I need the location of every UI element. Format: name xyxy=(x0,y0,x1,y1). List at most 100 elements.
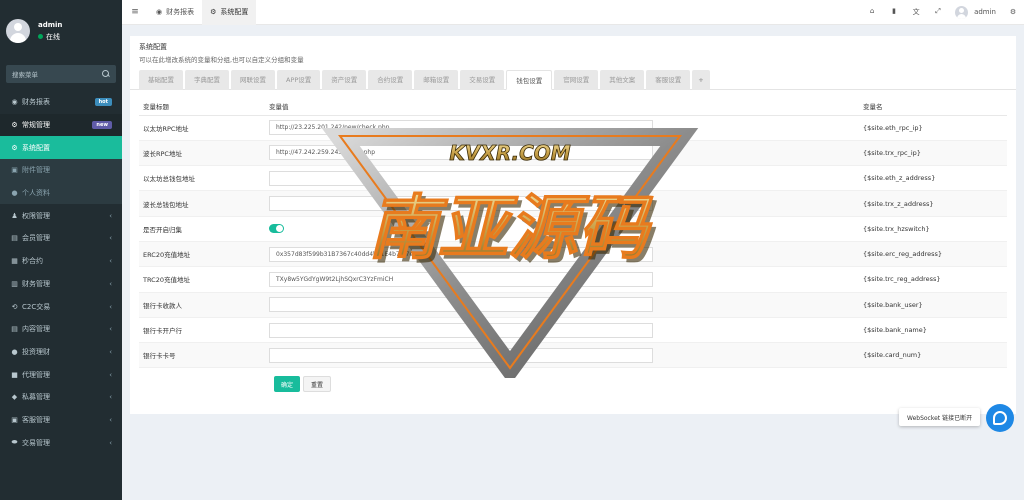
sidebar-item-label: 私募管理 xyxy=(22,393,50,402)
chevron-left-icon: ‹ xyxy=(109,302,112,311)
row-value-input[interactable]: http://23.225.201.242/new/check.php xyxy=(269,120,653,136)
row-variable-name: {$site.trx_z_address} xyxy=(861,190,1007,217)
sidebar-item[interactable]: ▥ 财务管理 ‹ xyxy=(0,273,122,296)
top-right-tools: ⌂ ▮ 文 ⤢ admin ⚙ xyxy=(861,0,1024,25)
chat-icon xyxy=(993,411,1007,425)
search-icon[interactable] xyxy=(102,70,110,78)
service-icon: ▣ xyxy=(11,415,18,424)
row-value-cell xyxy=(269,165,861,192)
sidebar-item[interactable]: ⬬ 交易管理 ‹ xyxy=(0,431,122,454)
table-row: TRC20充值地址 TXy8w5YGdYgW9t2LjhSQxrC3YzFmiCH… xyxy=(139,266,1007,293)
table-row: 银行卡卡号 {$site.card_num} xyxy=(139,342,1007,369)
row-value-input[interactable] xyxy=(269,322,653,338)
home-icon[interactable]: ⌂ xyxy=(861,7,883,17)
avatar[interactable] xyxy=(6,19,30,43)
top-avatar[interactable] xyxy=(955,5,969,19)
config-tab[interactable]: 邮箱设置 xyxy=(414,70,459,90)
row-value-input[interactable] xyxy=(269,196,653,212)
menu-search-placeholder: 搜索菜单 xyxy=(12,71,38,79)
fullscreen-icon[interactable]: ⤢ xyxy=(927,7,949,17)
row-title: 以太坊RPC地址 xyxy=(139,115,269,141)
table-row: ERC20充值地址 0x357d83f599b31B7367c40dd4b21E4… xyxy=(139,241,1007,268)
language-icon[interactable]: 文 xyxy=(905,7,927,17)
row-title: 银行卡收款人 xyxy=(139,292,269,318)
sidebar-item[interactable]: ▤ 内容管理 ‹ xyxy=(0,318,122,341)
dashboard-icon: ◉ xyxy=(156,8,163,16)
row-title: 是否开启归集 xyxy=(139,216,269,242)
reset-button[interactable]: 重置 xyxy=(303,376,332,392)
gear-icon: ⚙ xyxy=(11,143,18,152)
row-variable-name: {$site.bank_name} xyxy=(861,317,1007,344)
sidebar-item-label: 附件管理 xyxy=(22,166,50,175)
sidebar-item-label: 系统配置 xyxy=(22,143,50,152)
row-variable-name: {$site.trx_hzswitch} xyxy=(861,216,1007,242)
sidebar-item[interactable]: ⚙ 系统配置 xyxy=(0,136,122,160)
config-tab[interactable]: 客服设置 xyxy=(646,70,691,90)
sidebar-item[interactable]: ▦ 秒合约 ‹ xyxy=(0,250,122,273)
top-tab[interactable]: ⚙ 系统配置 xyxy=(202,0,257,25)
config-tab[interactable]: 网联设置 xyxy=(231,70,275,90)
sidebar-item[interactable]: ▤ 会员管理 ‹ xyxy=(0,227,122,250)
table-row: 以太坊RPC地址 http://23.225.201.242/new/check.… xyxy=(139,115,1007,141)
config-tabs: 基础配置 字典配置 网联设置 APP设置 资产设置 合约设置 邮箱设置 交易设置 钱包设置 官网设… xyxy=(130,70,1016,90)
config-tab[interactable]: 钱包设置 xyxy=(506,70,553,90)
sidebar-item[interactable]: ● 个人资料 xyxy=(0,181,122,205)
trash-icon[interactable]: ▮ xyxy=(883,7,905,17)
sidebar-item[interactable]: ▣ 客服管理 ‹ xyxy=(0,409,122,432)
hzswitch-toggle[interactable] xyxy=(269,224,284,234)
row-value-cell xyxy=(269,292,861,318)
sidebar: admin 在线 搜索菜单 ◉ 财务报表 hot ⚙ 常规管理 new ⚙ 系统配置 ▣ 附件管理… xyxy=(0,0,122,500)
row-value-cell xyxy=(269,342,861,369)
row-value-input[interactable] xyxy=(269,297,653,313)
config-tab[interactable]: APP设置 xyxy=(277,70,321,90)
row-variable-name: {$site.eth_z_address} xyxy=(861,165,1007,192)
sidebar-item[interactable]: ♟ 权限管理 ‹ xyxy=(0,204,122,227)
row-value-input[interactable] xyxy=(269,170,653,186)
header-name: 变量名 xyxy=(861,98,1007,116)
row-value-input[interactable]: 0x357d83f599b31B7367c40dd4b21E4b78f7e9d5… xyxy=(269,246,653,262)
config-tab[interactable]: 合约设置 xyxy=(368,70,413,90)
submit-button[interactable]: 确定 xyxy=(274,376,301,392)
row-value-input[interactable]: TXy8w5YGdYgW9t2LjhSQxrC3YzFmiCH xyxy=(269,271,653,287)
top-tab-label: 系统配置 xyxy=(220,8,249,16)
menu-search-input[interactable]: 搜索菜单 xyxy=(6,65,116,83)
row-variable-name: {$site.trc_reg_address} xyxy=(861,266,1007,293)
sidebar-item[interactable]: ● 投资理财 ‹ xyxy=(0,341,122,364)
page-description: 可以在此增改系统的变量和分组,也可以自定义分组和变量 xyxy=(139,56,304,64)
row-title: TRC20充值地址 xyxy=(139,266,269,293)
sidebar-item[interactable]: ◉ 财务报表 hot xyxy=(0,91,122,114)
config-tab[interactable]: 官网设置 xyxy=(554,70,599,90)
top-tab[interactable]: ◉ 财务报表 xyxy=(148,0,202,25)
user-name: admin xyxy=(38,20,63,29)
config-tab[interactable]: 基础配置 xyxy=(139,70,183,90)
config-tab[interactable]: 资产设置 xyxy=(322,70,367,90)
sidebar-item[interactable]: ■ 代理管理 ‹ xyxy=(0,363,122,386)
add-tab-button[interactable]: + xyxy=(692,70,710,90)
header-title: 变量标题 xyxy=(139,98,269,116)
sidebar-item[interactable]: ▣ 附件管理 xyxy=(0,159,122,182)
config-tab[interactable]: 交易设置 xyxy=(460,70,505,90)
chevron-left-icon: ‹ xyxy=(109,438,112,447)
sidebar-item[interactable]: ⟲ C2C交易 ‹ xyxy=(0,295,122,318)
row-value-input[interactable]: http://47.242.259.243/check.php xyxy=(269,145,653,161)
user-icon: ● xyxy=(11,189,18,198)
table-row: 银行卡开户行 {$site.bank_name} xyxy=(139,317,1007,344)
websocket-notice: WebSocket 链接已断开 xyxy=(899,408,981,426)
user-status-label: 在线 xyxy=(46,32,60,41)
row-value-cell: http://23.225.201.242/new/check.php xyxy=(269,115,861,141)
top-username[interactable]: admin xyxy=(974,8,996,16)
sidebar-item-label: 个人资料 xyxy=(22,189,50,198)
row-value-input[interactable] xyxy=(269,347,653,363)
chat-bubble-button[interactable] xyxy=(986,404,1014,432)
gear-icon: ⚙ xyxy=(210,8,217,16)
menu-toggle-icon[interactable]: ≡ xyxy=(122,7,148,17)
top-user-menu[interactable]: admin xyxy=(955,5,996,19)
diamond-icon: ◆ xyxy=(11,393,18,402)
sidebar-item[interactable]: ◆ 私募管理 ‹ xyxy=(0,386,122,409)
sidebar-menu: ◉ 财务报表 hot ⚙ 常规管理 new ⚙ 系统配置 ▣ 附件管理 ● 个人资料 ♟ 权限管理 ‹ ▤ 会员… xyxy=(0,91,122,454)
settings-icon[interactable]: ⚙ xyxy=(1002,8,1024,16)
config-table: 变量标题 变量值 变量名 以太坊RPC地址 http://23.225.201.2… xyxy=(139,98,1007,369)
config-tab[interactable]: 字典配置 xyxy=(185,70,229,90)
config-tab[interactable]: 其他文案 xyxy=(600,70,645,90)
sidebar-item[interactable]: ⚙ 常规管理 new xyxy=(0,113,122,137)
